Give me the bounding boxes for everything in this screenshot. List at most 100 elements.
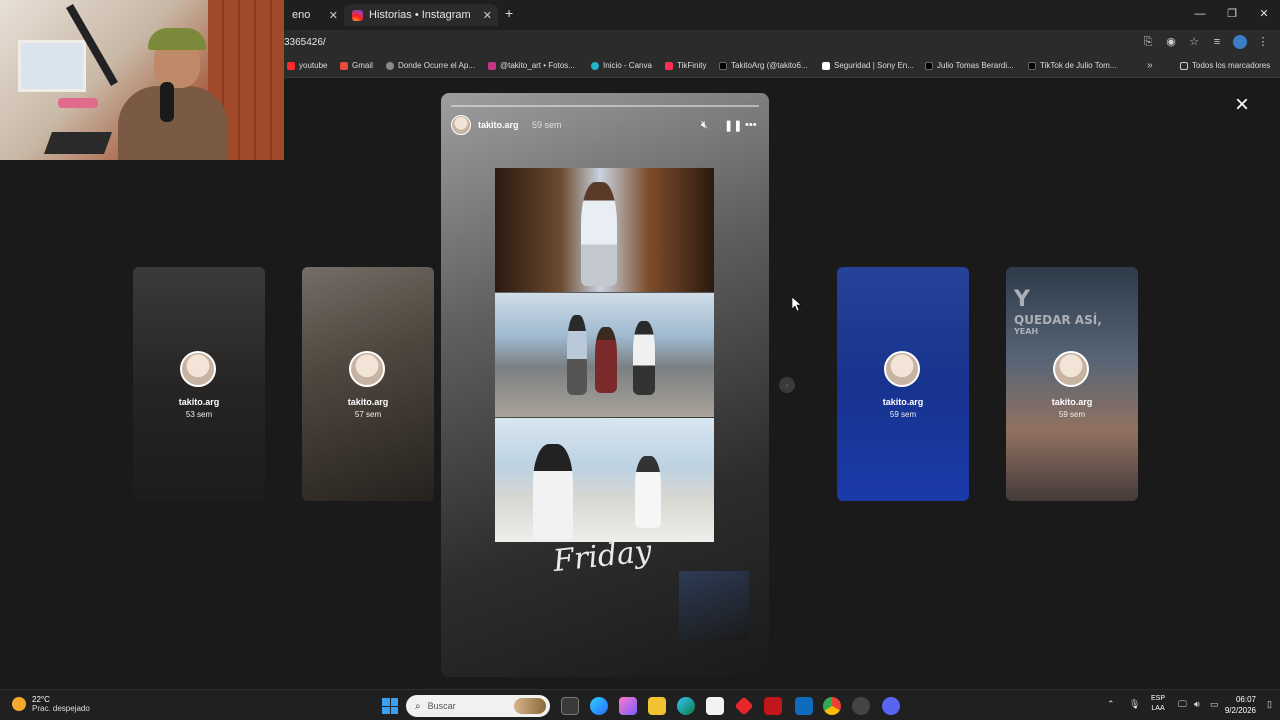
- tracking-eye-icon[interactable]: ◉: [1164, 35, 1178, 49]
- webcam-overlay: [0, 0, 284, 160]
- weather-widget[interactable]: 22°C Prac. despejado: [12, 695, 90, 713]
- collage-photo-kids: [495, 418, 714, 542]
- tab-instagram-stories[interactable]: Historias • Instagram ✕: [344, 4, 498, 26]
- window-controls: — ❐ ✕: [1184, 0, 1280, 28]
- bookmark-label: @takito_art • Fotos...: [500, 61, 575, 70]
- story-preview[interactable]: Y QUEDAR ASÍ, YEAH takito.arg 59 sem: [1006, 267, 1138, 501]
- chrome-icon[interactable]: [823, 697, 841, 715]
- minimize-icon[interactable]: —: [1184, 0, 1216, 28]
- story-preview[interactable]: takito.arg 53 sem: [133, 267, 265, 501]
- bookmark-tikfinity[interactable]: TikFinity: [665, 61, 706, 70]
- story-preview[interactable]: takito.arg 59 sem: [837, 267, 969, 501]
- story-username: takito.arg: [882, 397, 924, 407]
- install-app-icon[interactable]: ⎘: [1141, 35, 1155, 49]
- app-red-diamond-icon[interactable]: [734, 696, 754, 716]
- windows-taskbar: 22°C Prac. despejado ⌕ Buscar ⌃ 🎙︎ ESP L…: [0, 689, 1280, 720]
- tab-previous[interactable]: eno ✕: [284, 4, 344, 26]
- bookmark-canva[interactable]: Inicio - Canva: [591, 61, 652, 70]
- bookmarks-overflow-icon[interactable]: »: [1147, 60, 1153, 71]
- tab-close-icon[interactable]: ✕: [483, 9, 492, 22]
- bookmark-gmail[interactable]: Gmail: [340, 61, 373, 70]
- system-clock[interactable]: 06:07 9/2/2026: [1225, 694, 1256, 716]
- photo-figure: [635, 456, 661, 528]
- story-username: takito.arg: [1051, 397, 1093, 407]
- store-icon[interactable]: [706, 697, 724, 715]
- bookmark-takito-art[interactable]: @takito_art • Fotos...: [488, 61, 575, 70]
- webcam-object: [58, 98, 98, 108]
- globe-icon: [386, 61, 394, 70]
- bookmark-donde-ocurre[interactable]: Donde Ocurre el Ap...: [386, 61, 475, 70]
- keyboard-layout: LAA: [1151, 705, 1165, 712]
- story-time: 53 sem: [185, 410, 213, 419]
- tray-overflow-icon[interactable]: ⌃: [1107, 699, 1115, 710]
- bookmark-takitoarg-tiktok[interactable]: TakitoArg (@takito6...: [719, 61, 808, 70]
- copilot-icon[interactable]: [590, 697, 608, 715]
- outlook-icon[interactable]: [795, 697, 813, 715]
- taskbar-search-box[interactable]: ⌕ Buscar: [406, 695, 550, 717]
- mute-icon[interactable]: 🔇︎: [701, 119, 708, 132]
- folder-icon: [1180, 61, 1188, 70]
- obs-icon[interactable]: [852, 697, 870, 715]
- bookmark-label: Julio Tomas Berardi...: [937, 61, 1014, 70]
- bookmark-julio-tomas[interactable]: Julio Tomas Berardi...: [925, 61, 1014, 70]
- story-mini-photo: [679, 571, 749, 641]
- menu-kebab-icon[interactable]: ⋮: [1256, 35, 1270, 49]
- task-view-icon[interactable]: [561, 697, 579, 715]
- sony-s-icon: [822, 61, 830, 70]
- tab-previous-title: eno: [292, 9, 311, 21]
- bookmark-star-icon[interactable]: ☆: [1187, 35, 1201, 49]
- photo-figure: [567, 315, 587, 395]
- tab-previous-close-icon[interactable]: ✕: [329, 9, 338, 22]
- url-text[interactable]: 3365426/: [284, 37, 326, 48]
- search-icon: ⌕: [415, 700, 421, 712]
- weather-desc: Prac. despejado: [32, 704, 90, 713]
- search-highlight-image: [514, 698, 546, 714]
- start-tile: [382, 706, 390, 714]
- all-bookmarks-folder[interactable]: Todos los marcadores: [1180, 61, 1270, 70]
- gmail-icon: [340, 61, 348, 70]
- avatar: [180, 351, 216, 387]
- maximize-icon[interactable]: ❐: [1216, 0, 1248, 28]
- bookmark-label: TikFinity: [677, 61, 707, 70]
- profile-avatar-icon[interactable]: [1233, 35, 1247, 49]
- clock-date: 9/2/2026: [1224, 706, 1256, 715]
- windows-start-icon[interactable]: [382, 698, 398, 714]
- bookmark-sony-security[interactable]: Seguridad | Sony En...: [822, 61, 914, 70]
- bookmark-tiktok-julio[interactable]: TikTok de Julio Tom...: [1028, 61, 1116, 70]
- canva-icon: [591, 61, 599, 70]
- widgets-icon[interactable]: [619, 697, 637, 715]
- next-story-arrow-icon[interactable]: ›: [779, 377, 795, 393]
- window-close-icon[interactable]: ✕: [1248, 0, 1280, 28]
- story-username: takito.arg: [178, 397, 220, 407]
- story-header: takito.arg 59 sem 🔇︎ ❚❚ •••: [451, 115, 759, 137]
- start-tile: [390, 698, 398, 706]
- pause-icon[interactable]: ❚❚: [724, 119, 742, 132]
- discord-icon[interactable]: [882, 697, 900, 715]
- more-options-icon[interactable]: •••: [745, 119, 757, 131]
- bookmark-youtube[interactable]: youtube: [287, 61, 327, 70]
- stories-viewer: × takito.arg 53 sem takito.arg 57 sem ta…: [0, 79, 1280, 689]
- extensions-icon[interactable]: ≡: [1210, 35, 1224, 49]
- new-tab-icon[interactable]: +: [505, 5, 513, 21]
- close-stories-icon[interactable]: ×: [1235, 93, 1249, 117]
- keyboard-language[interactable]: ESP LAA: [1151, 694, 1165, 714]
- network-icon[interactable]: 🖵︎: [1178, 699, 1187, 710]
- story-preview[interactable]: takito.arg 57 sem: [302, 267, 434, 501]
- language-code: ESP: [1151, 695, 1166, 702]
- file-explorer-icon[interactable]: [648, 697, 666, 715]
- microphone: [160, 82, 174, 122]
- edge-icon[interactable]: [677, 697, 695, 715]
- microphone-icon[interactable]: 🎙︎: [1129, 699, 1140, 710]
- story-username[interactable]: takito.arg: [478, 120, 519, 130]
- battery-icon[interactable]: ▭: [1210, 699, 1219, 710]
- notifications-icon[interactable]: ▯: [1267, 699, 1272, 710]
- story-time: 59 sem: [889, 410, 917, 419]
- volume-icon[interactable]: 🔊︎: [1194, 699, 1200, 710]
- mcafee-icon[interactable]: [764, 697, 782, 715]
- collage-photo-mirror-selfie: [495, 168, 714, 292]
- active-story[interactable]: takito.arg 59 sem 🔇︎ ❚❚ ••• Friday: [441, 93, 769, 677]
- story-time: 59 sem: [532, 120, 562, 130]
- avatar[interactable]: [451, 115, 471, 135]
- instagram-icon: [488, 61, 496, 70]
- tiktok-icon: [719, 61, 727, 70]
